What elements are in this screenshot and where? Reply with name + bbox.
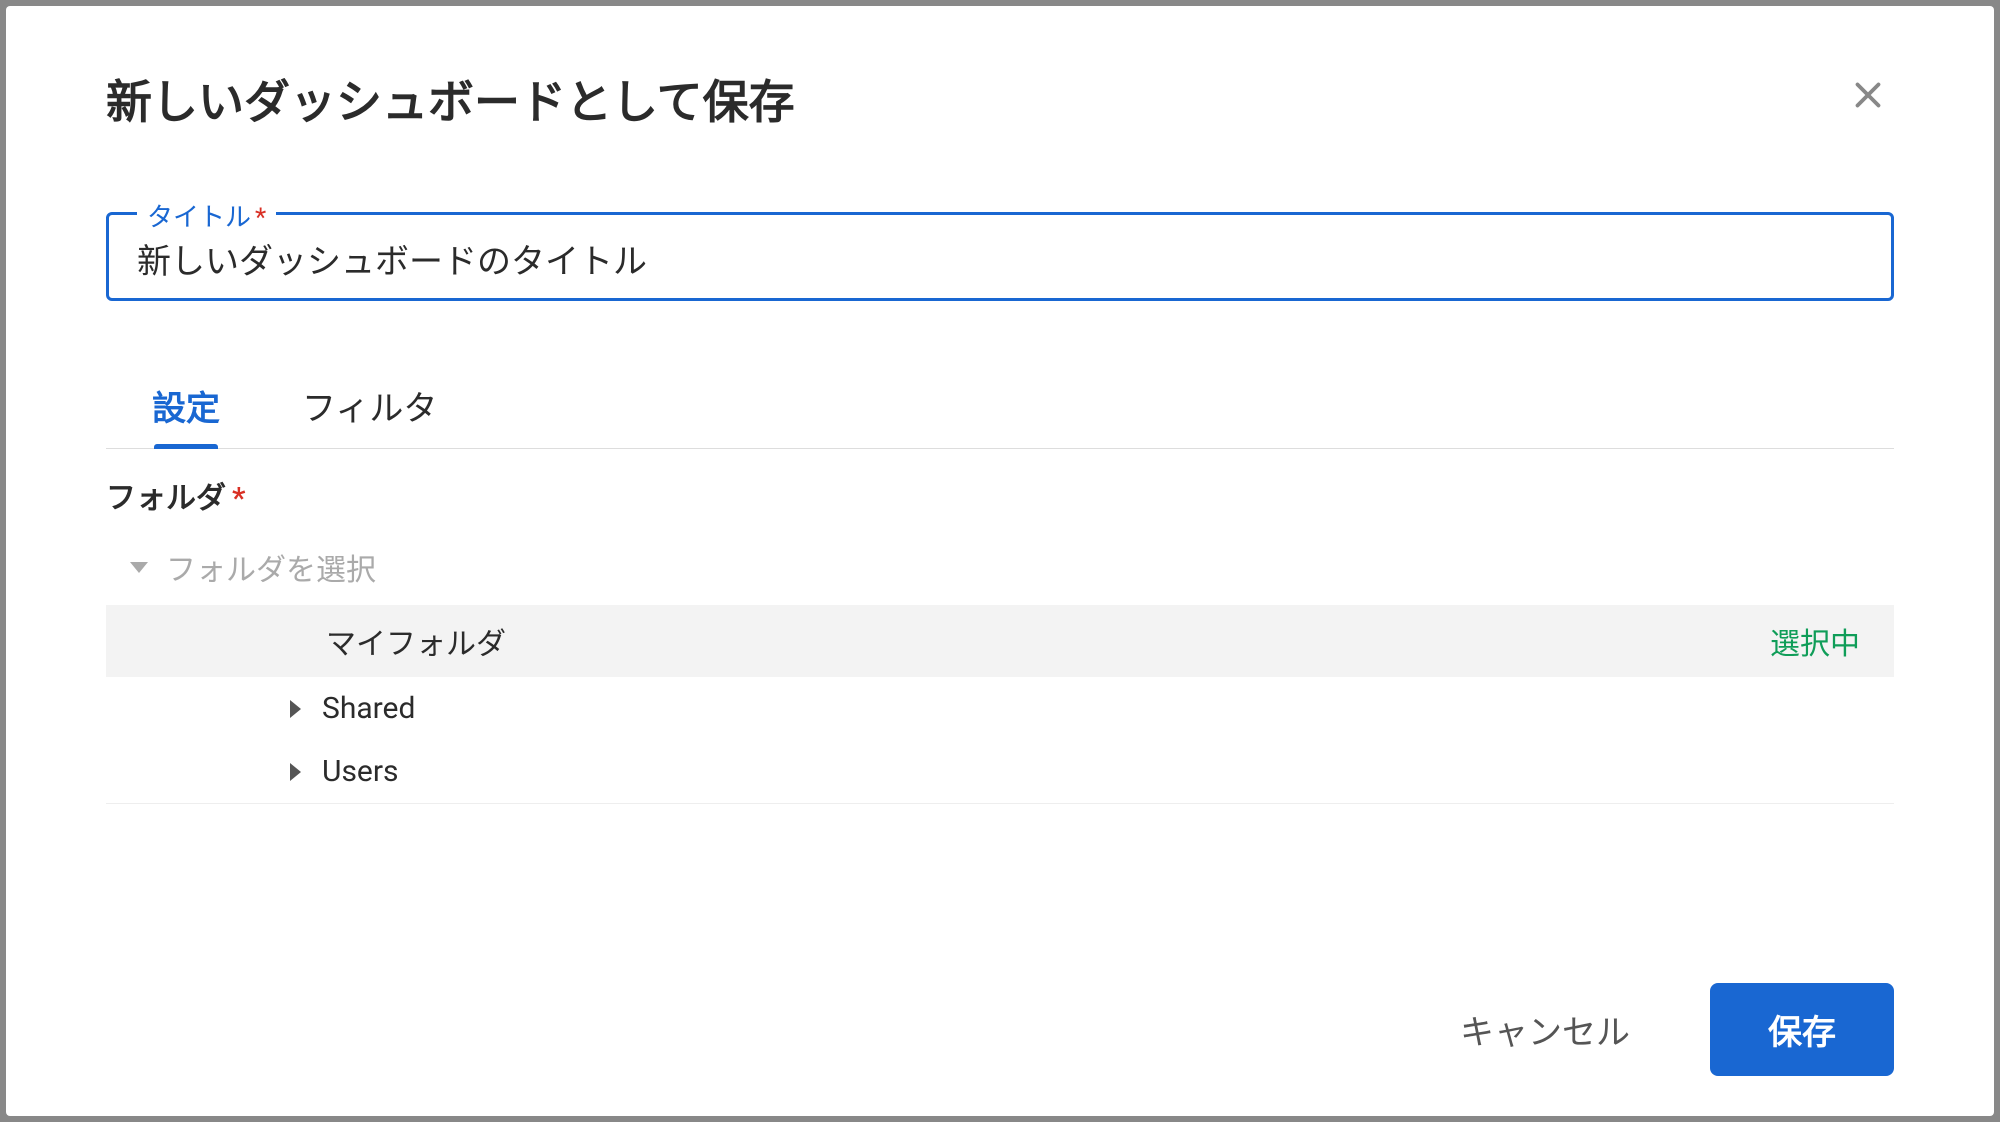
modal-title: 新しいダッシュボードとして保存	[106, 66, 795, 132]
folder-item-shared[interactable]: Shared	[106, 677, 1894, 740]
tab-filter[interactable]: フィルタ	[296, 371, 443, 448]
folder-label-row: フォルダ*	[106, 473, 1894, 517]
tab-settings[interactable]: 設定	[146, 371, 226, 448]
folder-item-label: Users	[322, 754, 399, 789]
folder-select-placeholder: フォルダを選択	[166, 545, 376, 589]
caret-right-icon	[290, 763, 301, 781]
folder-label-text: フォルダ	[106, 481, 226, 516]
folder-item-users[interactable]: Users	[106, 740, 1894, 803]
tabs: 設定 フィルタ	[106, 371, 1894, 449]
cancel-button[interactable]: キャンセル	[1440, 989, 1650, 1070]
folder-item-myfolder[interactable]: マイフォルダ 選択中	[106, 605, 1894, 677]
expand-toggle[interactable]	[286, 763, 304, 781]
close-button[interactable]	[1842, 69, 1894, 129]
folder-item-label: マイフォルダ	[326, 619, 506, 663]
title-label-text: タイトル	[147, 203, 251, 233]
folder-select-header[interactable]: フォルダを選択	[106, 529, 1894, 605]
close-icon	[1850, 74, 1886, 123]
title-field-label: タイトル*	[137, 197, 276, 234]
modal-backdrop: 新しいダッシュボードとして保存 タイトル* 設定 フィルタ フォルダ* フォルダ…	[0, 0, 2000, 1122]
selected-badge: 選択中	[1770, 619, 1860, 663]
modal-header: 新しいダッシュボードとして保存	[106, 66, 1894, 132]
folder-tree: マイフォルダ 選択中 Shared Users	[106, 605, 1894, 804]
save-button[interactable]: 保存	[1710, 983, 1894, 1076]
save-dashboard-modal: 新しいダッシュボードとして保存 タイトル* 設定 フィルタ フォルダ* フォルダ…	[6, 6, 1994, 1116]
caret-right-icon	[290, 700, 301, 718]
caret-down-icon	[130, 562, 148, 573]
title-required-mark: *	[255, 203, 266, 233]
title-input[interactable]	[137, 239, 1863, 278]
folder-required-mark: *	[232, 481, 245, 516]
folder-item-label: Shared	[322, 691, 415, 726]
title-field-wrap[interactable]: タイトル*	[106, 212, 1894, 301]
modal-footer: キャンセル 保存	[106, 923, 1894, 1076]
expand-toggle[interactable]	[286, 700, 304, 718]
